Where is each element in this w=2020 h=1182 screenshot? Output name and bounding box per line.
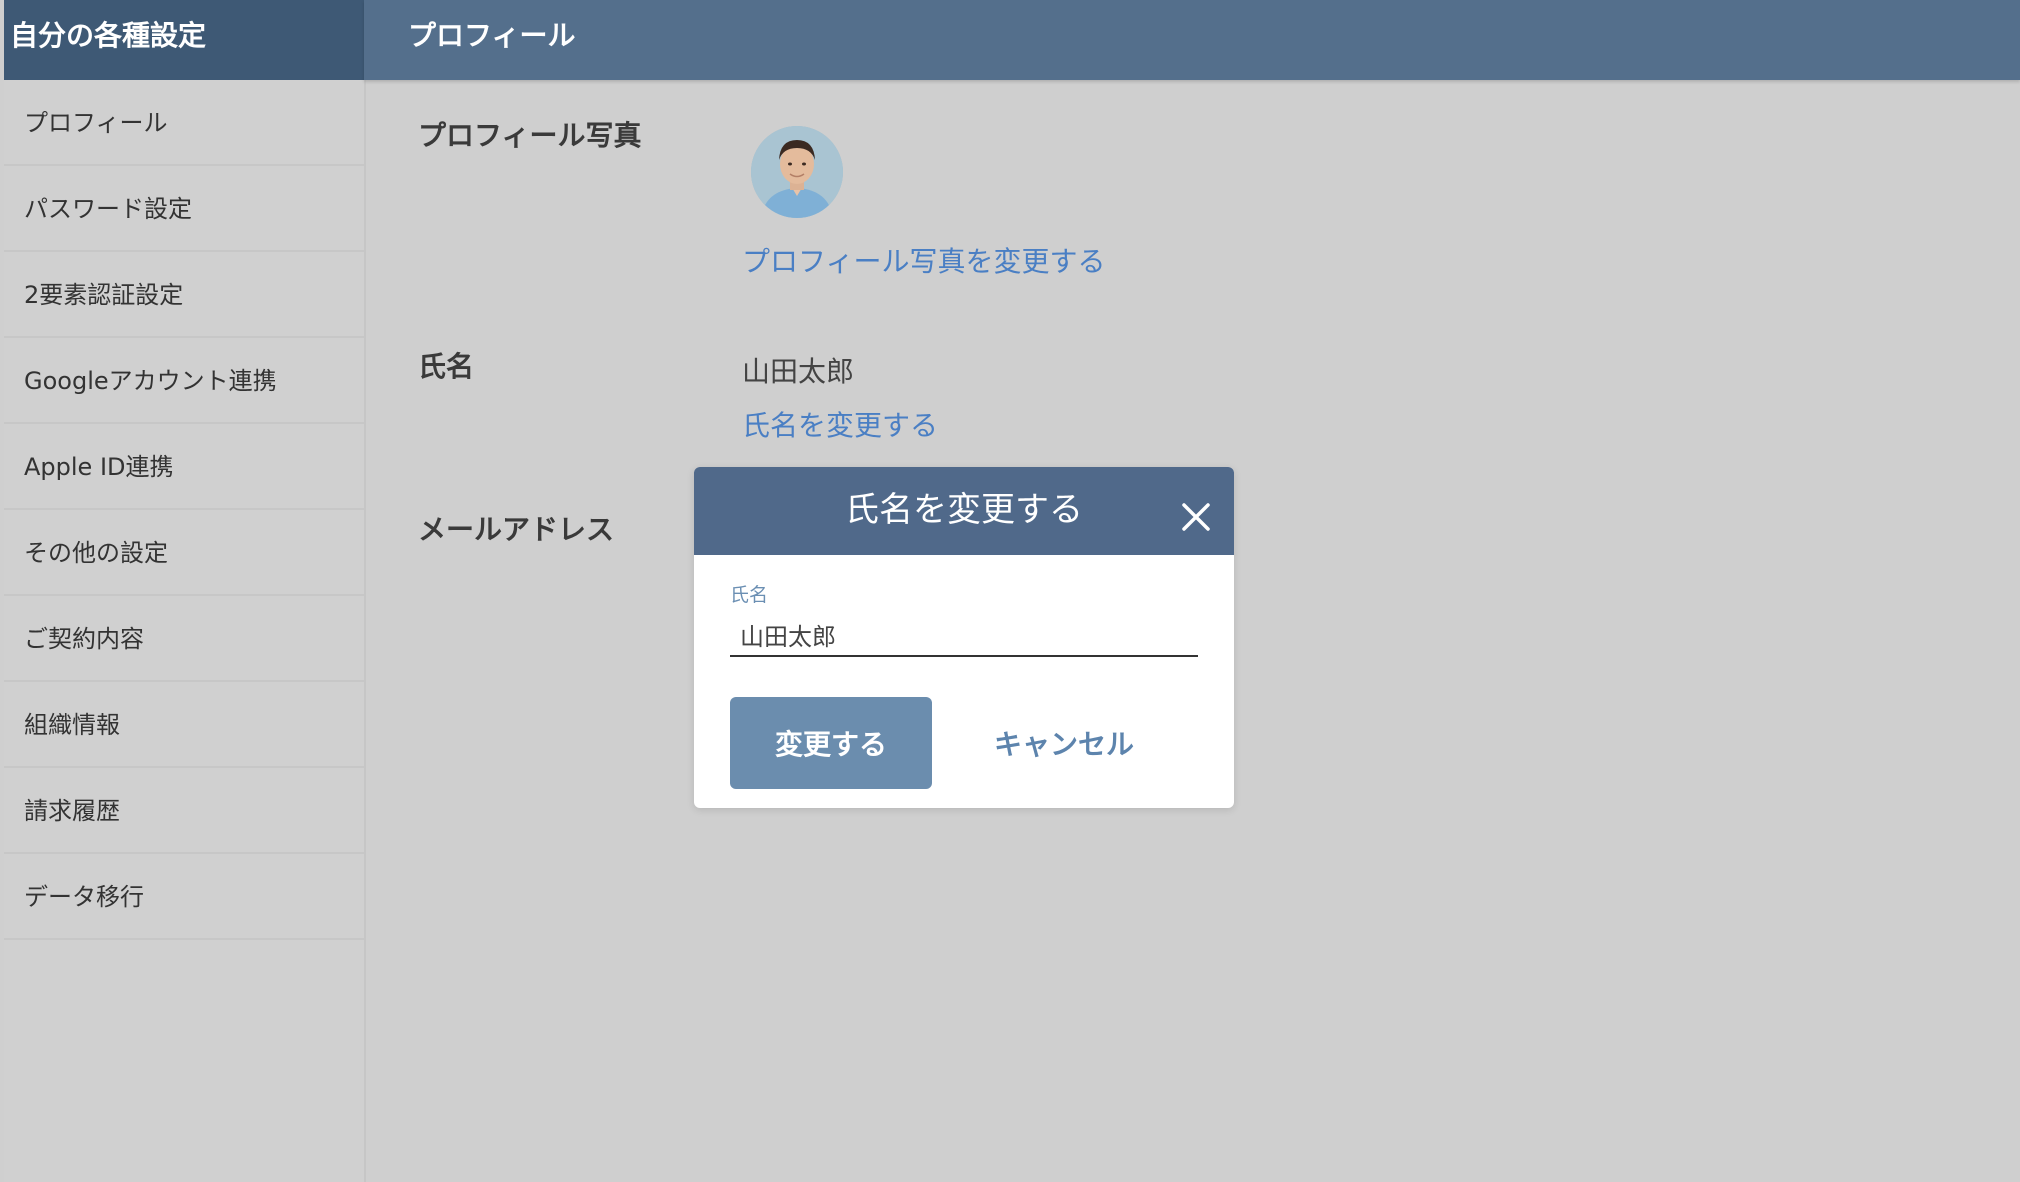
sidebar-title: 自分の各種設定 (4, 0, 364, 80)
submit-button[interactable]: 変更する (730, 697, 932, 789)
name-input[interactable] (730, 613, 1198, 657)
change-photo-link[interactable]: プロフィール写真を変更する (742, 240, 1105, 280)
page-title: プロフィール (408, 19, 576, 52)
sidebar-list: プロフィール パスワード設定 2要素認証設定 Googleアカウント連携 App… (4, 80, 364, 940)
change-name-link[interactable]: 氏名を変更する (742, 404, 938, 444)
profile-photo-label: プロフィール写真 (418, 119, 642, 152)
app: 自分の各種設定 プロフィール パスワード設定 2要素認証設定 Googleアカウ… (0, 0, 2020, 1182)
dialog-header: 氏名を変更する (694, 467, 1234, 555)
cancel-button[interactable]: キャンセル (964, 697, 1164, 789)
sidebar-item-profile[interactable]: プロフィール (4, 80, 364, 166)
sidebar-item-google[interactable]: Googleアカウント連携 (4, 338, 364, 424)
dialog-title: 氏名を変更する (845, 490, 1083, 530)
sidebar-item-organization[interactable]: 組織情報 (4, 682, 364, 768)
name-label: 氏名 (418, 350, 475, 383)
sidebar-item-contract[interactable]: ご契約内容 (4, 596, 364, 682)
sidebar-item-other-settings[interactable]: その他の設定 (4, 510, 364, 596)
sidebar-item-apple-id[interactable]: Apple ID連携 (4, 424, 364, 510)
name-value: 山田太郎 (742, 355, 855, 388)
close-icon-graphic (1182, 503, 1210, 531)
sidebar-item-password[interactable]: パスワード設定 (4, 166, 364, 252)
sidebar-item-data-migration[interactable]: データ移行 (4, 854, 364, 940)
sidebar: 自分の各種設定 プロフィール パスワード設定 2要素認証設定 Googleアカウ… (4, 0, 366, 1182)
avatar (751, 126, 843, 218)
close-icon[interactable] (1176, 483, 1216, 531)
top-bar: プロフィール (364, 0, 2020, 80)
avatar-image (751, 126, 843, 218)
name-field-label: 氏名 (730, 584, 769, 606)
email-label: メールアドレス (418, 513, 615, 546)
change-name-dialog: 氏名を変更する 氏名 変更する キャンセル (694, 467, 1234, 808)
sidebar-item-two-factor[interactable]: 2要素認証設定 (4, 252, 364, 338)
sidebar-item-billing[interactable]: 請求履歴 (4, 768, 364, 854)
